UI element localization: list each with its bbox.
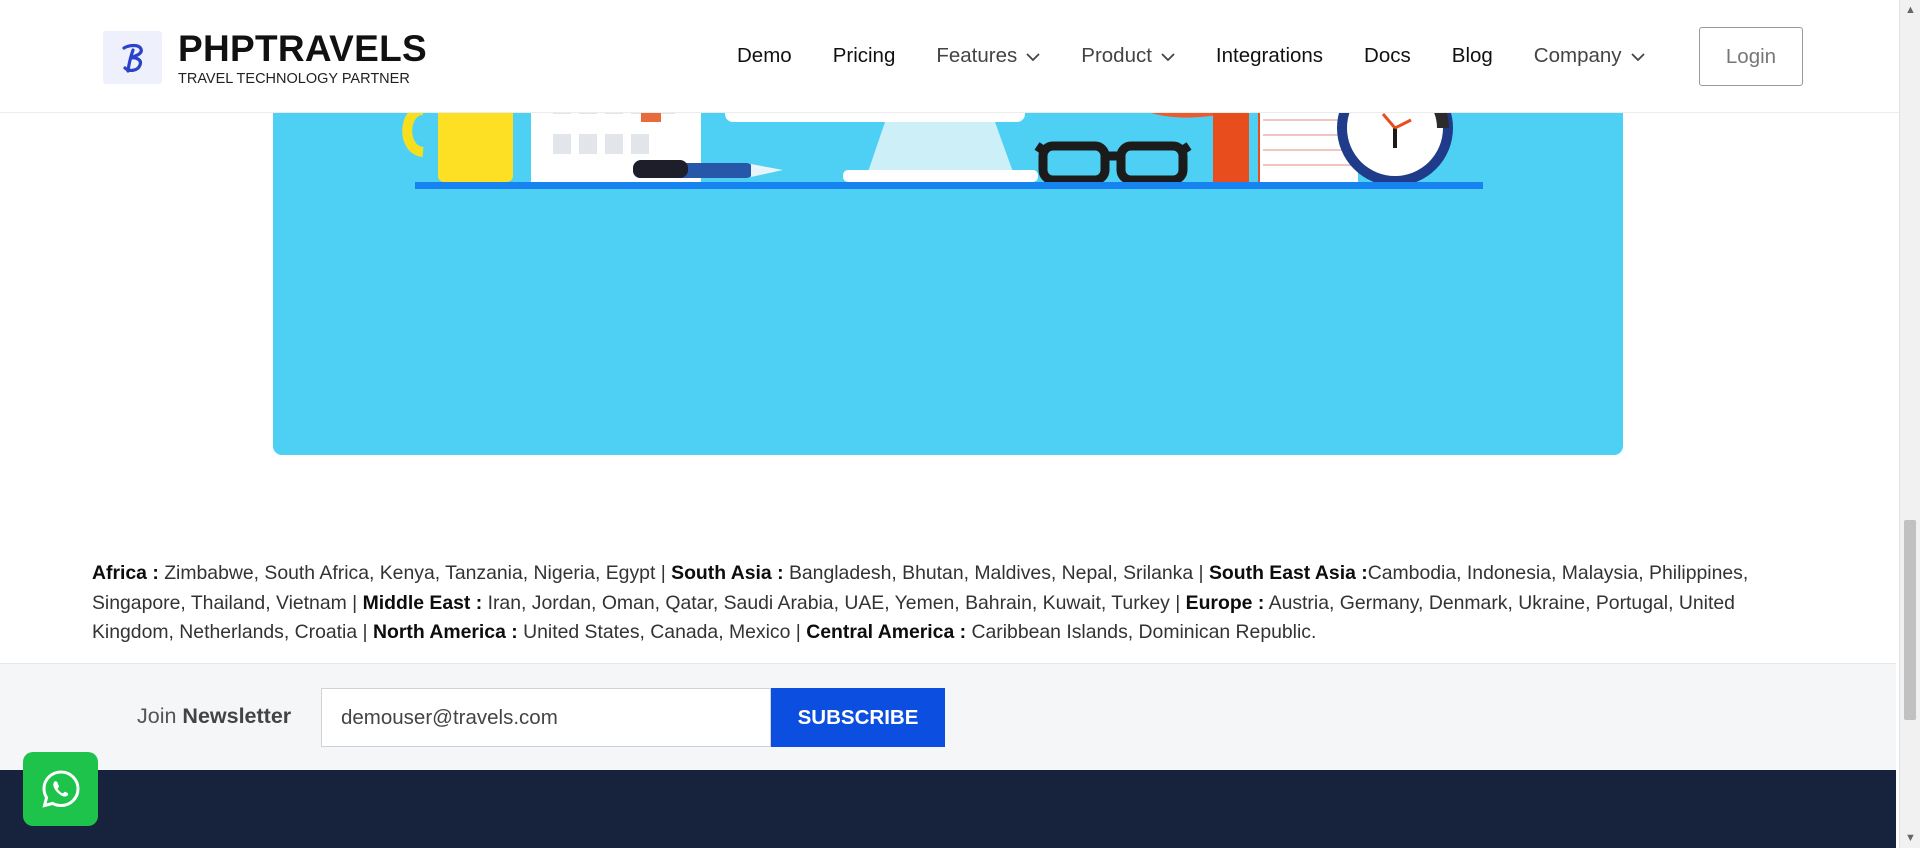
newsletter-label-strong: Newsletter (182, 704, 292, 728)
chevron-down-icon (1630, 44, 1645, 68)
brand-name: PHPTRAVELS (178, 28, 428, 69)
scroll-down-arrow-icon[interactable]: ▼ (1904, 832, 1917, 844)
login-button[interactable]: Login (1699, 27, 1803, 86)
nav-label: Blog (1451, 44, 1493, 67)
nav-item-docs[interactable]: Docs (1364, 44, 1411, 68)
region-name: South Asia : (671, 562, 784, 584)
nav-item-pricing[interactable]: Pricing (833, 44, 896, 68)
footer (0, 770, 1896, 848)
newsletter-email-input[interactable] (321, 688, 771, 747)
brand[interactable]: PHPTRAVELS TRAVEL TECHNOLOGY PARTNER (178, 28, 427, 87)
newsletter-section: Join Newsletter SUBSCRIBE (0, 663, 1896, 770)
region-countries: Bangladesh, Bhutan, Maldives, Nepal, Sri… (783, 562, 1209, 584)
region-name: South East Asia : (1208, 562, 1368, 584)
nav-label: Demo (737, 44, 792, 67)
whatsapp-button[interactable] (23, 752, 98, 826)
scrollbar-thumb[interactable] (1904, 520, 1916, 720)
page-scrollbar[interactable]: ▲ ▼ (1899, 0, 1920, 848)
region-name: North America : (372, 621, 518, 643)
region-countries: United States, Canada, Mexico | (517, 621, 807, 643)
nav-label: Product (1081, 44, 1152, 67)
glasses-icon (1034, 141, 1192, 185)
nav-label: Pricing (832, 44, 896, 67)
region-countries: Zimbabwe, South Africa, Kenya, Tanzania,… (158, 562, 672, 584)
nav-label: Integrations (1215, 44, 1324, 67)
brand-tagline: TRAVEL TECHNOLOGY PARTNER (178, 71, 410, 87)
region-name: Middle East : (362, 591, 483, 614)
desk-illustration (402, 60, 1483, 189)
nav-item-demo[interactable]: Demo (737, 44, 792, 68)
chevron-down-icon (1026, 44, 1040, 68)
phptravels-logo-icon[interactable] (103, 31, 162, 84)
nav-item-integrations[interactable]: Integrations (1216, 44, 1323, 68)
nav-label: Features (936, 44, 1018, 67)
nav-item-product[interactable]: Product (1081, 44, 1175, 68)
newsletter-label-prefix: Join (137, 704, 183, 728)
main-nav: Demo Pricing Features Product Integratio… (737, 38, 1686, 74)
nav-item-company[interactable]: Company (1534, 44, 1645, 68)
nav-item-features[interactable]: Features (936, 44, 1040, 68)
nav-label: Company (1533, 44, 1622, 67)
hero-illustration (273, 60, 1623, 455)
scroll-up-arrow-icon[interactable]: ▲ (1904, 4, 1917, 16)
nav-label: Docs (1364, 44, 1411, 67)
nav-item-blog[interactable]: Blog (1452, 44, 1493, 68)
whatsapp-icon (41, 770, 80, 808)
chevron-down-icon (1161, 44, 1175, 68)
region-countries: Iran, Jordan, Oman, Qatar, Saudi Arabia,… (482, 591, 1186, 614)
region-name: Central America : (806, 621, 967, 643)
newsletter-label: Join Newsletter (137, 704, 291, 729)
region-countries: Caribbean Islands, Dominican Republic. (966, 621, 1317, 643)
regions-list: Africa : Zimbabwe, South Africa, Kenya, … (92, 559, 1792, 648)
region-name: Europe : (1185, 591, 1265, 614)
region-name: Africa : (92, 562, 159, 584)
site-header: PHPTRAVELS TRAVEL TECHNOLOGY PARTNER Dem… (0, 0, 1899, 113)
subscribe-button[interactable]: SUBSCRIBE (771, 688, 945, 747)
